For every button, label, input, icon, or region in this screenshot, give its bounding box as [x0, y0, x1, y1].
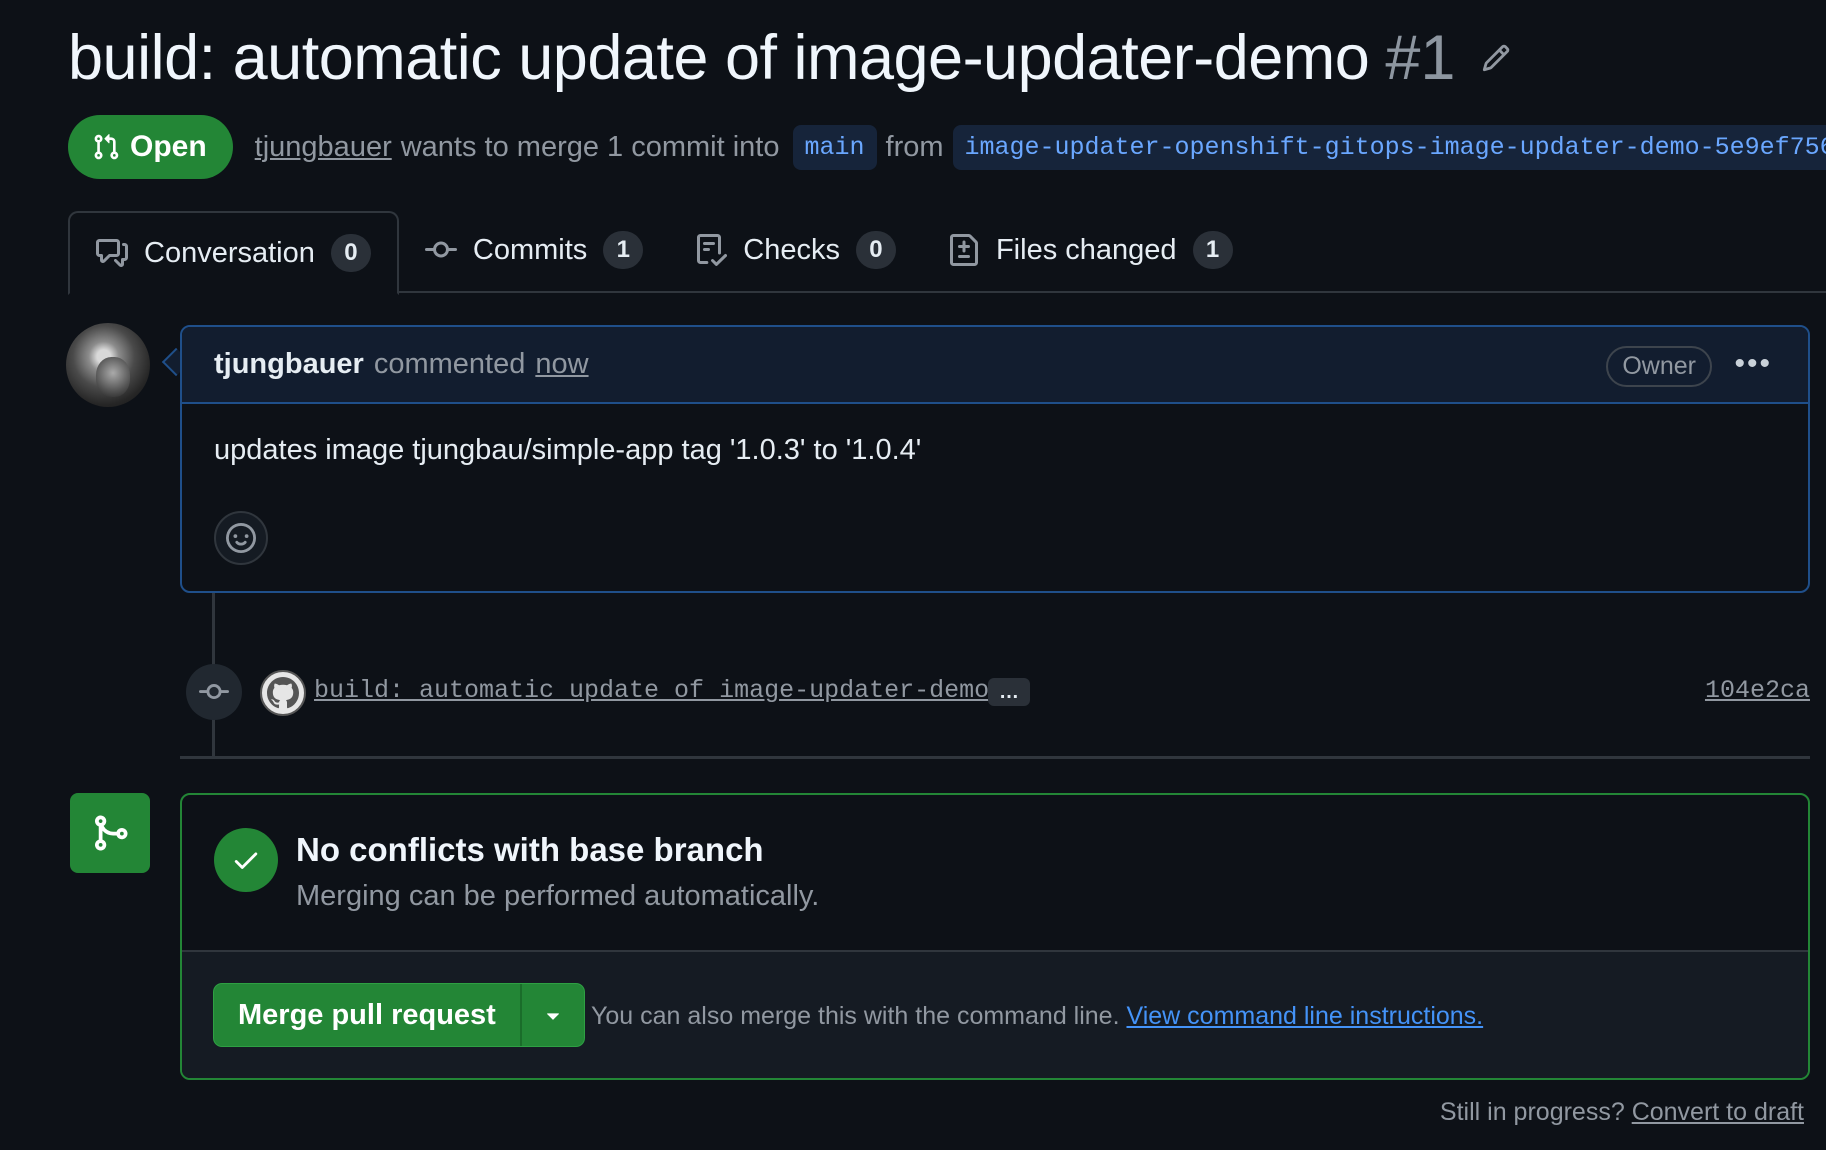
merge-box: No conflicts with base branch Merging ca… [180, 793, 1810, 1080]
merge-pull-request-button[interactable]: Merge pull request [214, 984, 522, 1046]
tab-label: Files changed [995, 233, 1177, 266]
triangle-down-icon [546, 1013, 559, 1020]
comment-action: commented [373, 348, 526, 380]
owner-badge: Owner [1606, 346, 1712, 387]
command-line-instructions-link[interactable]: View command line instructions. [1126, 1002, 1483, 1030]
pr-title-row: build: automatic update of image-updater… [68, 22, 1511, 94]
comment-timestamp[interactable]: now [535, 348, 588, 381]
pr-tabs: Conversation 0 Commits 1 Checks 0 Files … [68, 211, 1826, 295]
pr-title: build: automatic update of image-updater… [68, 23, 1370, 93]
commit-expand-button[interactable]: … [988, 678, 1030, 706]
smiley-icon [226, 523, 256, 553]
add-reaction-button[interactable] [214, 511, 268, 565]
head-branch[interactable]: image-updater-openshift-gitops-image-upd… [952, 124, 1826, 170]
tab-counter: 0 [855, 231, 896, 269]
comment-box: tjungbauer commented now Owner ••• updat… [180, 325, 1810, 593]
timeline-separator [180, 756, 1810, 759]
merge-button-group: Merge pull request [214, 984, 584, 1046]
tab-label: Commits [472, 233, 588, 266]
base-branch[interactable]: main [792, 124, 877, 170]
comment-discussion-icon [96, 239, 128, 267]
tab-counter: 1 [1192, 231, 1233, 269]
merge-actions: Merge pull request You can also merge th… [182, 952, 1808, 1078]
commit-node [186, 664, 242, 720]
tab-label: Conversation [144, 236, 315, 269]
tab-counter: 0 [330, 234, 371, 272]
commit-icon [424, 241, 457, 258]
merge-hint-text: You can also merge this with the command… [591, 1002, 1120, 1030]
comment-header: tjungbauer commented now Owner ••• [182, 327, 1808, 404]
merge-status-title: No conflicts with base branch [296, 831, 764, 868]
commit-icon [199, 684, 229, 700]
state-label: Open [130, 130, 207, 163]
pull-request-icon [94, 134, 119, 160]
github-avatar-icon[interactable] [260, 670, 306, 716]
tab-conversation[interactable]: Conversation 0 [68, 211, 399, 295]
file-diff-icon [949, 234, 978, 266]
comment-author[interactable]: tjungbauer [214, 348, 364, 381]
pr-author-link[interactable]: tjungbauer [255, 131, 392, 164]
tab-label: Checks [743, 233, 840, 266]
from-label: from [885, 130, 944, 163]
merge-status: No conflicts with base branch Merging ca… [182, 795, 1808, 952]
tab-files-changed[interactable]: Files changed 1 [922, 211, 1259, 289]
tab-counter: 1 [603, 231, 644, 269]
pr-number: #1 [1385, 23, 1456, 93]
comment-body: updates image tjungbau/simple-app tag '1… [214, 434, 922, 466]
draft-question: Still in progress? [1439, 1098, 1625, 1126]
draft-row: Still in progress? Convert to draft [1440, 1098, 1804, 1127]
commit-sha-link[interactable]: 104e2ca [1705, 676, 1810, 705]
avatar[interactable] [66, 323, 150, 407]
checklist-icon [697, 234, 728, 266]
tab-checks[interactable]: Checks 0 [669, 211, 922, 289]
commit-message-link[interactable]: build: automatic update of image-updater… [314, 676, 989, 705]
kebab-menu-icon[interactable]: ••• [1734, 347, 1772, 381]
convert-to-draft-link[interactable]: Convert to draft [1632, 1098, 1804, 1126]
merge-description: wants to merge 1 commit into [400, 130, 780, 163]
git-merge-icon [70, 793, 150, 873]
check-icon [214, 828, 278, 892]
merge-options-dropdown[interactable] [522, 984, 584, 1046]
tab-commits[interactable]: Commits 1 [399, 211, 669, 289]
merge-hint: You can also merge this with the command… [591, 1002, 1483, 1031]
pr-meta-row: Open tjungbauer wants to merge 1 commit … [68, 115, 1826, 179]
merge-status-subtitle: Merging can be performed automatically. [296, 880, 820, 912]
state-badge: Open [68, 115, 233, 179]
pencil-icon[interactable] [1481, 43, 1511, 73]
